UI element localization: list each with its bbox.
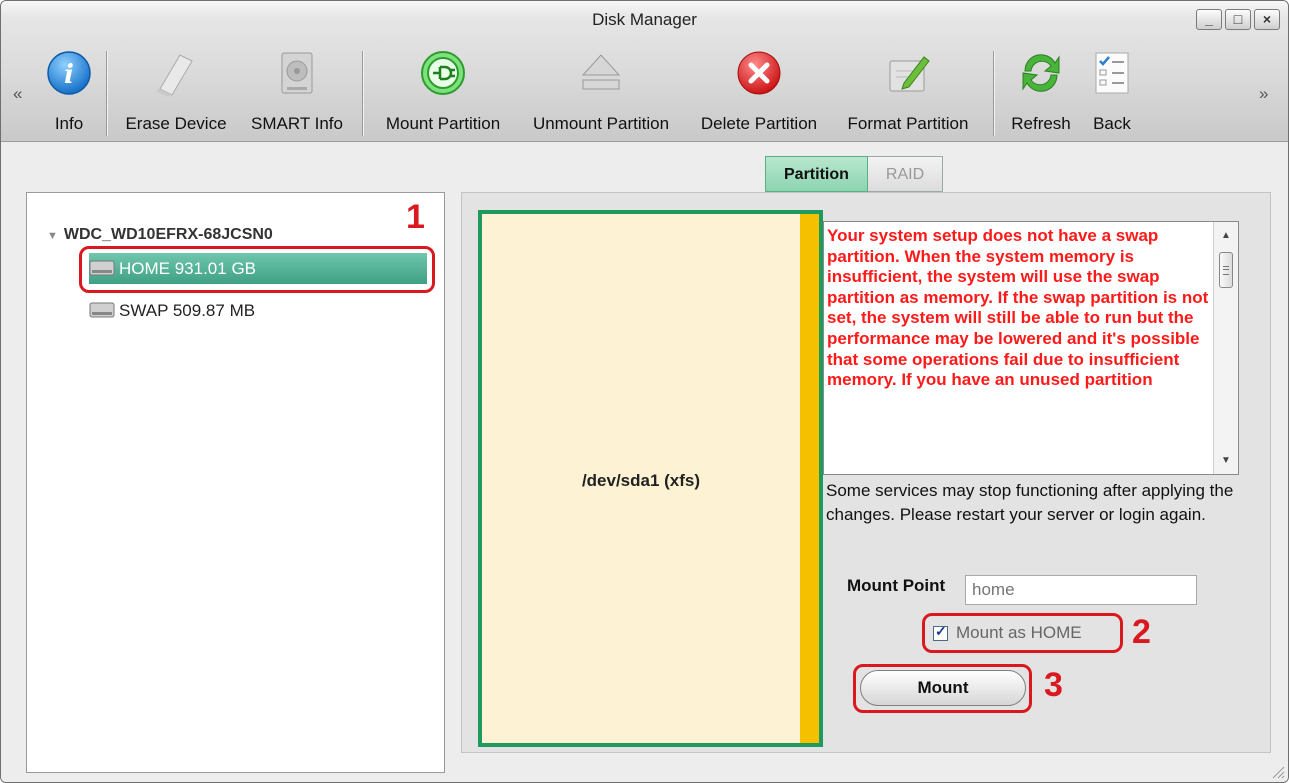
partition-usage-bar <box>800 214 819 743</box>
tree-device-node[interactable]: ▼ WDC_WD10EFRX-68JCSN0 <box>47 226 273 244</box>
expand-triangle-icon[interactable]: ▼ <box>47 230 58 242</box>
format-pen-icon <box>889 56 930 92</box>
unmount-partition-button[interactable]: Unmount Partition <box>516 41 686 137</box>
swap-warning-text: Your system setup does not have a swap p… <box>827 226 1209 390</box>
minimize-icon: _ <box>1205 11 1213 27</box>
back-label: Back <box>1093 114 1131 133</box>
drive-icon <box>89 302 115 318</box>
toolbar-scroll-left-button[interactable]: « <box>13 84 22 104</box>
eraser-icon <box>156 54 193 97</box>
window-title: Disk Manager <box>592 10 697 29</box>
mount-partition-button[interactable]: Mount Partition <box>370 41 516 137</box>
device-name: WDC_WD10EFRX-68JCSN0 <box>63 226 273 243</box>
smart-info-button[interactable]: SMART Info <box>241 41 353 137</box>
checklist-icon <box>1095 52 1129 94</box>
toolbar-separator <box>362 51 363 136</box>
close-icon: × <box>1262 11 1272 27</box>
annotation-number-3: 3 <box>1044 666 1063 704</box>
unmount-partition-label: Unmount Partition <box>532 114 670 133</box>
toolbar-scroll-right-button[interactable]: » <box>1259 84 1268 104</box>
window-controls: _ □ × <box>1196 9 1280 30</box>
annotation-number-2: 2 <box>1132 613 1151 651</box>
warning-message-box: Your system setup does not have a swap p… <box>823 221 1239 475</box>
grip-icon <box>1223 266 1229 275</box>
delete-partition-button[interactable]: Delete Partition <box>687 41 831 137</box>
close-button[interactable]: × <box>1254 9 1280 30</box>
tab-partition[interactable]: Partition <box>765 156 868 192</box>
partition-label: /dev/sda1 (xfs) <box>581 471 701 490</box>
erase-device-label: Erase Device <box>125 114 227 133</box>
mount-point-label: Mount Point <box>847 576 946 595</box>
back-button[interactable]: Back <box>1081 41 1143 137</box>
annotation-number-1: 1 <box>406 198 425 236</box>
annotation-box-3 <box>853 664 1032 713</box>
hard-disk-icon <box>281 52 313 94</box>
view-tabs: Partition RAID <box>765 156 944 192</box>
toolbar-separator <box>993 51 994 136</box>
annotation-box-2 <box>922 613 1123 653</box>
delete-partition-label: Delete Partition <box>700 114 818 133</box>
refresh-button[interactable]: Refresh <box>999 41 1083 137</box>
format-partition-label: Format Partition <box>847 114 969 133</box>
info-label: Info <box>54 114 84 133</box>
minimize-button[interactable]: _ <box>1196 9 1222 30</box>
warning-scrollbar[interactable]: ▲ ▼ <box>1213 222 1238 474</box>
tab-raid[interactable]: RAID <box>867 156 944 192</box>
maximize-button[interactable]: □ <box>1225 9 1251 30</box>
scroll-up-arrow-icon[interactable]: ▲ <box>1214 230 1238 241</box>
refresh-icon <box>1022 54 1060 92</box>
title-toolbar-area: Disk Manager _ □ × « » i Info Erase Devi… <box>1 1 1288 142</box>
scroll-down-arrow-icon[interactable]: ▼ <box>1214 455 1238 466</box>
eject-icon <box>581 54 621 90</box>
mount-partition-label: Mount Partition <box>385 114 501 133</box>
restart-note: Some services may stop functioning after… <box>826 481 1234 524</box>
smart-info-label: SMART Info <box>251 114 343 133</box>
erase-device-button[interactable]: Erase Device <box>115 41 237 137</box>
partition-block[interactable]: /dev/sda1 (xfs) <box>478 210 823 747</box>
maximize-icon: □ <box>1233 11 1243 27</box>
disk-manager-window: Disk Manager _ □ × « » i Info Erase Devi… <box>0 0 1289 783</box>
tree-item-swap[interactable]: SWAP 509.87 MB <box>89 295 255 326</box>
delete-x-icon <box>737 51 781 95</box>
toolbar-separator <box>106 51 107 136</box>
info-icon: i <box>47 51 91 95</box>
format-partition-button[interactable]: Format Partition <box>833 41 983 137</box>
resize-grip-icon[interactable] <box>1269 763 1285 779</box>
plug-icon <box>421 51 465 95</box>
svg-text:i: i <box>64 60 74 90</box>
info-button[interactable]: i Info <box>41 41 97 137</box>
annotation-box-1 <box>79 246 435 293</box>
refresh-label: Refresh <box>1011 114 1071 133</box>
tree-item-label: SWAP 509.87 MB <box>119 301 256 320</box>
mount-point-input[interactable] <box>965 575 1197 605</box>
scroll-thumb[interactable] <box>1219 252 1233 288</box>
